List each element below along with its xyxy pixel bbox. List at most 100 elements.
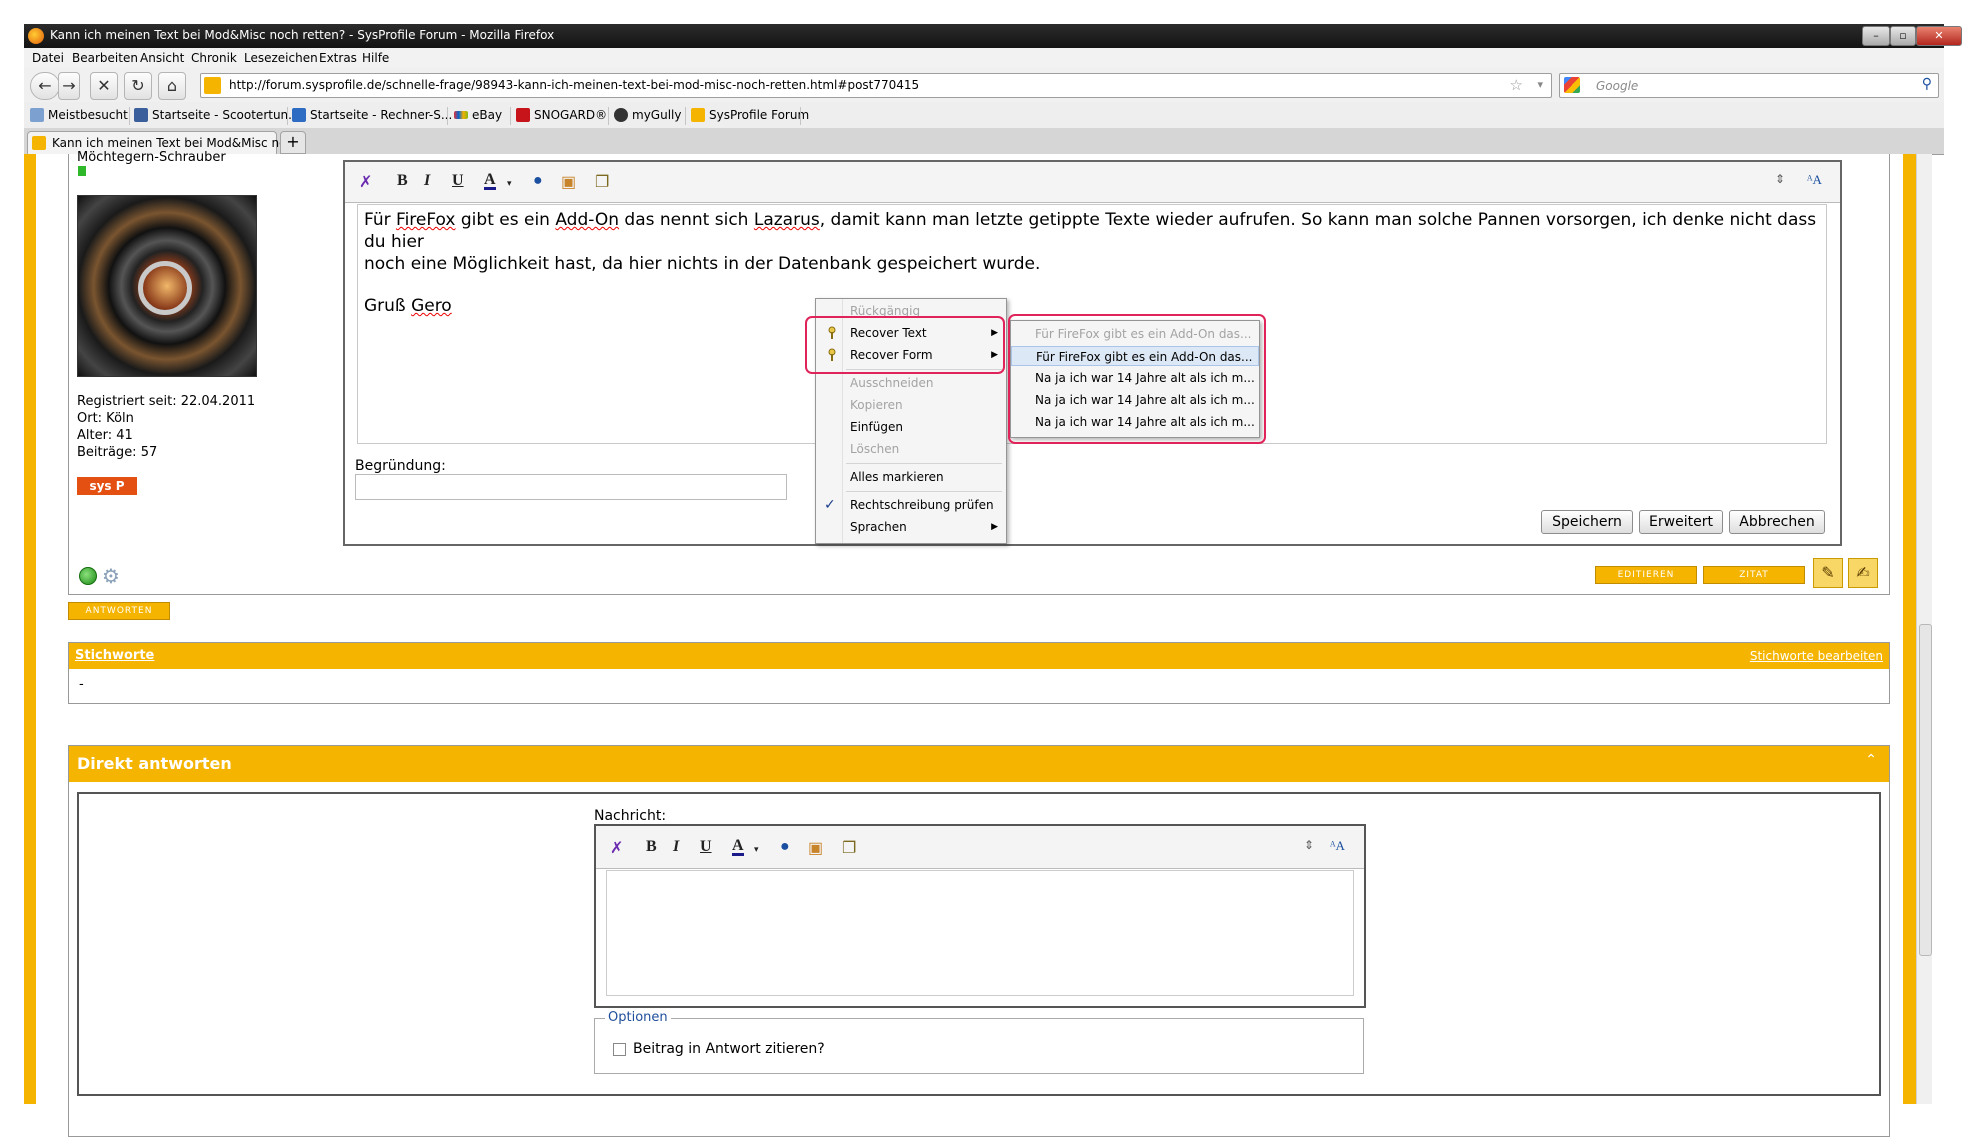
quote-icon[interactable]: ❐ xyxy=(842,838,856,858)
remove-format-icon[interactable]: ✗ xyxy=(610,838,623,858)
bookmark-label: Startseite - Scootertun... xyxy=(152,108,300,122)
menu-bearbeiten[interactable]: Bearbeiten xyxy=(72,51,138,65)
resize-icon[interactable]: ⇕ xyxy=(1304,838,1314,853)
user-posts: Beiträge: 57 xyxy=(77,445,158,460)
italic-icon[interactable]: I xyxy=(673,838,679,856)
quote-checkbox[interactable] xyxy=(613,1043,626,1056)
menu-item-select-all[interactable]: Alles markieren xyxy=(816,467,1006,487)
image-icon[interactable]: ▣ xyxy=(561,172,576,192)
italic-icon[interactable]: I xyxy=(424,172,430,190)
quote-checkbox-label[interactable]: Beitrag in Antwort zitieren? xyxy=(633,1041,825,1057)
reply-button[interactable]: ANTWORTEN xyxy=(68,602,170,620)
bold-icon[interactable]: B xyxy=(397,172,408,190)
bookmark-meistbesucht[interactable]: Meistbesucht xyxy=(30,108,128,122)
switch-editor-icon[interactable]: ᴬA xyxy=(1330,838,1345,854)
quick-reply-icon[interactable]: ✍ xyxy=(1848,558,1878,588)
search-placeholder: Google xyxy=(1596,79,1639,93)
link-icon[interactable]: ● xyxy=(533,172,543,190)
tags-value: - xyxy=(79,677,84,692)
quote-post-button[interactable]: ZITAT xyxy=(1703,566,1805,584)
cancel-button[interactable]: Abbrechen xyxy=(1729,510,1825,534)
google-engine-icon[interactable] xyxy=(1564,77,1580,93)
menu-chronik[interactable]: Chronik xyxy=(191,51,237,65)
url-dropdown-icon[interactable]: ▾ xyxy=(1537,78,1543,91)
edit-tags-link[interactable]: Stichworte bearbeiten xyxy=(1750,649,1883,663)
collapse-icon[interactable]: ⌃ xyxy=(1865,752,1877,768)
bookmark-rechner[interactable]: Startseite - Rechner-S... xyxy=(292,108,452,122)
bookmark-star-icon[interactable]: ☆ xyxy=(1510,76,1523,94)
page-left-border xyxy=(24,154,36,1104)
menu-item-copy[interactable]: Kopieren xyxy=(816,395,1006,415)
switch-editor-icon[interactable]: ᴬA xyxy=(1807,172,1822,188)
options-legend: Optionen xyxy=(605,1010,671,1025)
forward-button[interactable]: → xyxy=(58,72,80,100)
scrollbar-thumb[interactable] xyxy=(1919,624,1932,956)
menu-item-languages[interactable]: Sprachen ▶ xyxy=(816,517,1006,537)
multi-quote-icon[interactable]: ✎ xyxy=(1813,558,1843,588)
minimize-button[interactable]: – xyxy=(1862,26,1890,46)
tags-title[interactable]: Stichworte xyxy=(75,648,154,663)
snogard-icon xyxy=(516,108,530,122)
remove-format-icon[interactable]: ✗ xyxy=(359,172,372,192)
message-line1: Für FireFox gibt es ein Add-On das nennt… xyxy=(364,210,1817,252)
menu-ansicht[interactable]: Ansicht xyxy=(140,51,184,65)
chevron-down-icon[interactable]: ▾ xyxy=(754,844,759,855)
resize-icon[interactable]: ⇕ xyxy=(1775,172,1785,187)
advanced-button[interactable]: Erweitert xyxy=(1639,510,1723,534)
home-button[interactable]: ⌂ xyxy=(158,72,186,100)
close-button[interactable]: ✕ xyxy=(1916,26,1962,46)
user-registered: Registriert seit: 22.04.2011 xyxy=(77,394,256,409)
window-titlebar: Kann ich meinen Text bei Mod&Misc noch r… xyxy=(24,24,1962,48)
menu-hilfe[interactable]: Hilfe xyxy=(362,51,389,65)
home-icon: ⌂ xyxy=(166,76,178,95)
firefox-icon xyxy=(28,28,44,44)
reason-input[interactable] xyxy=(355,474,787,500)
font-color-icon[interactable]: A xyxy=(732,838,744,856)
edit-post-button[interactable]: EDITIEREN xyxy=(1595,566,1697,584)
bookmark-sysprofile[interactable]: SysProfile Forum xyxy=(691,108,809,122)
link-icon[interactable]: ● xyxy=(780,838,790,856)
underline-icon[interactable]: U xyxy=(452,172,464,190)
quote-icon[interactable]: ❐ xyxy=(595,172,609,192)
site-favicon-icon xyxy=(204,77,221,94)
tab-label: Kann ich meinen Text bei Mod&Misc no... xyxy=(52,136,298,150)
chevron-down-icon[interactable]: ▾ xyxy=(507,178,512,189)
mygully-icon xyxy=(614,108,628,122)
font-color-icon[interactable]: A xyxy=(484,172,496,190)
bookmark-scootertuning[interactable]: Startseite - Scootertun... xyxy=(134,108,300,122)
url-bar[interactable]: http://forum.sysprofile.de/schnelle-frag… xyxy=(200,73,1552,98)
reload-button[interactable]: ↻ xyxy=(124,72,152,100)
menu-item-delete[interactable]: Löschen xyxy=(816,439,1006,459)
user-rank: Möchtegern-Schrauber xyxy=(77,150,226,165)
menu-item-spellcheck[interactable]: ✓ Rechtschreibung prüfen xyxy=(816,495,1006,515)
menu-item-cut[interactable]: Ausschneiden xyxy=(816,373,1006,393)
reply-textarea[interactable] xyxy=(606,870,1354,996)
tags-header: Stichworte Stichworte bearbeiten xyxy=(69,643,1889,669)
folder-icon xyxy=(30,108,44,122)
user-avatar[interactable] xyxy=(77,195,257,377)
bookmark-ebay[interactable]: eBay xyxy=(454,108,502,122)
menu-lesezeichen[interactable]: Lesezeichen xyxy=(244,51,318,65)
bold-icon[interactable]: B xyxy=(646,838,657,856)
menu-extras[interactable]: Extras xyxy=(319,51,357,65)
bookmark-mygully[interactable]: myGully xyxy=(614,108,681,122)
page-scrollbar[interactable] xyxy=(1916,154,1932,1104)
search-bar[interactable]: Google ⚲ xyxy=(1559,73,1939,98)
stop-button[interactable]: ✕ xyxy=(90,72,118,100)
save-button[interactable]: Speichern xyxy=(1541,510,1633,534)
window-title: Kann ich meinen Text bei Mod&Misc noch r… xyxy=(50,28,555,42)
url-text: http://forum.sysprofile.de/schnelle-frag… xyxy=(229,78,920,92)
search-icon[interactable]: ⚲ xyxy=(1922,76,1932,92)
profile-settings-icon[interactable]: ⚙ xyxy=(102,565,124,587)
sysprofile-badge[interactable]: sys P xyxy=(77,477,137,495)
new-tab-button[interactable]: + xyxy=(280,131,306,154)
underline-icon[interactable]: U xyxy=(700,838,712,856)
image-icon[interactable]: ▣ xyxy=(808,838,823,858)
menu-item-paste[interactable]: Einfügen xyxy=(816,417,1006,437)
bookmark-snogard[interactable]: SNOGARD® xyxy=(516,108,607,122)
back-button[interactable]: ← xyxy=(30,72,60,100)
tab-favicon-icon xyxy=(32,136,46,150)
menu-datei[interactable]: Datei xyxy=(32,51,64,65)
back-arrow-icon: ← xyxy=(38,76,52,95)
maximize-button[interactable]: ▫ xyxy=(1890,26,1916,46)
